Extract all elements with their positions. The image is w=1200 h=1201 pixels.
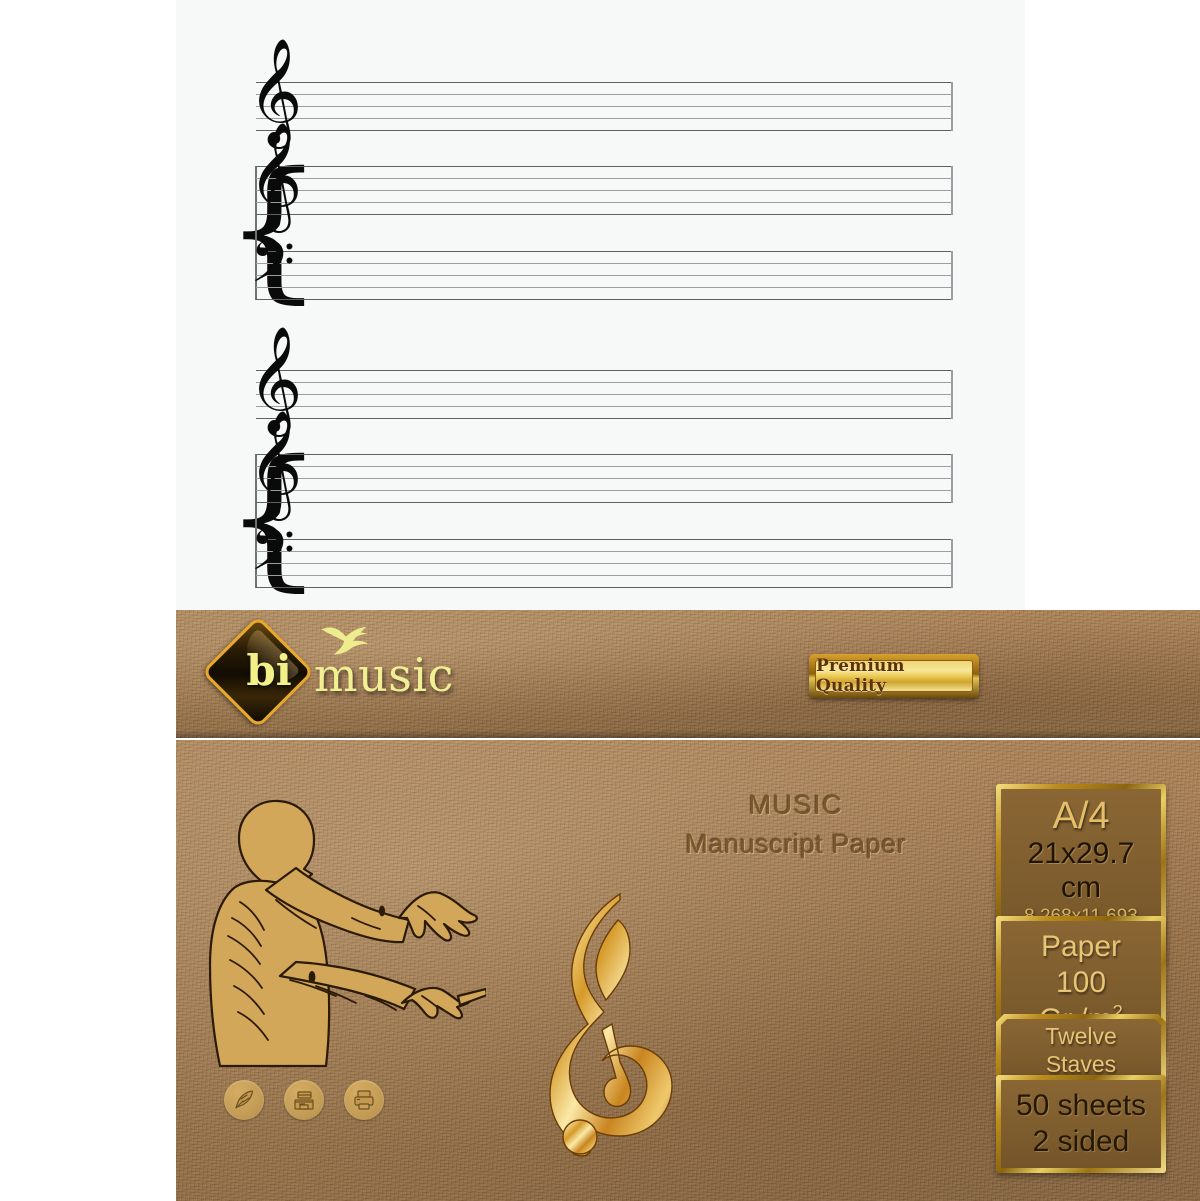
staff-line [256,251,953,252]
staff-line [256,82,953,83]
staff-line [256,190,953,191]
staff-system-2-solo [256,370,953,419]
brand-band: bi music Premium Quality [176,610,1200,738]
logo-word-text: music [314,648,454,702]
badge-face: Twelve Staves [1001,1019,1161,1082]
page-title-line2: Manuscript Paper [685,829,907,860]
staff-line [256,490,953,491]
premium-badge-label: Premium Quality [816,656,905,696]
staff-line [256,118,953,119]
page-title: MUSIC Manuscript Paper [606,786,986,864]
badge-line: 21x29.7 cm [1027,836,1135,905]
badge-line: Twelve Staves [1045,1023,1117,1077]
staff-line [256,370,953,371]
staff-line [256,263,953,264]
staff-barline-right [951,539,953,588]
staff-barline-right [951,370,953,419]
staff-system-2: 𝄞 { 𝄞 𝄢 [176,288,1025,594]
staff-line [256,130,953,131]
staff-line [256,502,953,503]
staff-system-1: 𝄞 { 𝄞 𝄢 [176,0,1025,305]
logo-mark-text: bi [246,646,292,695]
staff-system-2-upper [256,454,953,503]
product-mockup: 𝄞 { 𝄞 𝄢 𝄞 {𝄞 𝄢 bi music Premium Quality… [0,0,1200,1201]
band-bottom-shadow [176,730,1200,738]
product-panel: MUSIC Manuscript Paper A/4 21x29.7 cm Pa… [176,740,1200,1201]
badge-line: Paper [1040,930,1122,963]
staff-system-1-upper [256,166,953,215]
staff-line [256,214,953,215]
staff-line [256,418,953,419]
badge-frame: 50 sheets 2 sided [996,1075,1166,1173]
premium-quality-badge: Premium Quality [809,654,979,698]
staff-line [256,94,953,95]
staff-line [256,178,953,179]
staff-line [256,539,953,540]
brand-logo: bi music [201,615,508,729]
staff-line [256,454,953,455]
quill-pen-icon [224,1080,264,1120]
treble-clef-icon: 𝄞 [248,409,303,516]
conductor-with-baton-icon [208,799,486,1068]
staff-line [256,551,953,552]
staff-barline-right [951,82,953,131]
staff-system-2-lower [256,539,953,588]
badge-line: A/4 [1052,795,1110,837]
staff-line [256,478,953,479]
gold-treble-clef-icon [549,892,673,1157]
staff-line [256,394,953,395]
badge-line: 2 sided [1032,1125,1130,1158]
page-title-line1: MUSIC [748,790,844,820]
staff-line [256,575,953,576]
sheet-count-badge: 50 sheets 2 sided [996,1075,1166,1173]
staff-line [256,382,953,383]
staff-line [256,106,953,107]
printer-icon [344,1080,384,1120]
staff-line [256,563,953,564]
staff-line [256,587,953,588]
badge-face: 50 sheets 2 sided [1001,1080,1161,1168]
staff-line [256,466,953,467]
staff-line [256,202,953,203]
treble-clef-icon: 𝄞 [248,121,303,228]
staff-system-1-solo [256,82,953,131]
staff-line [256,406,953,407]
copier-icon [284,1080,324,1120]
premium-badge-plate: Premium Quality [815,656,973,696]
staff-barline-right [951,166,953,215]
staff-line [256,166,953,167]
manuscript-sheet: 𝄞 { 𝄞 𝄢 𝄞 {𝄞 𝄢 [176,0,1025,610]
feature-icons [224,1080,384,1120]
badge-line: 50 sheets [1015,1089,1147,1122]
staff-line [256,275,953,276]
bass-clef-icon: 𝄢 [250,516,296,598]
staff-barline-right [951,454,953,503]
